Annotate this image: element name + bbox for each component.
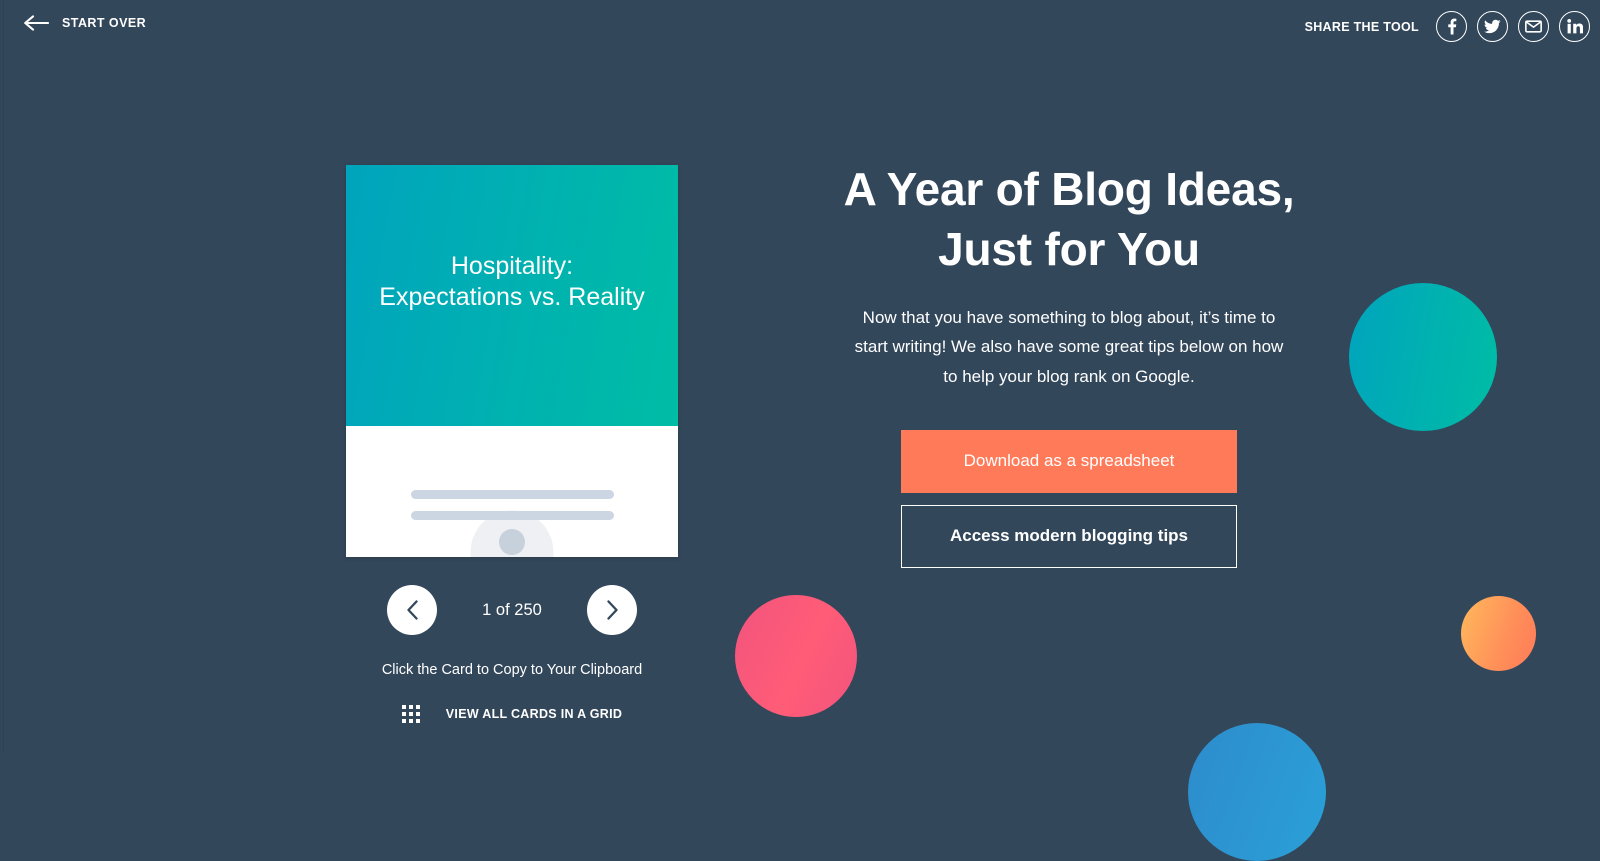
share-facebook-button[interactable] (1436, 11, 1467, 42)
card-navigation: 1 of 250 (346, 585, 678, 635)
share-email-button[interactable] (1518, 11, 1549, 42)
share-twitter-button[interactable] (1477, 11, 1508, 42)
decorative-circle-teal (1349, 283, 1497, 431)
previous-card-button[interactable] (387, 585, 437, 635)
card-column: Hospitality: Expectations vs. Reality 1 … (346, 165, 678, 723)
download-spreadsheet-button[interactable]: Download as a spreadsheet (901, 429, 1237, 493)
card-placeholder-lines (346, 490, 678, 520)
card-header: Hospitality: Expectations vs. Reality (346, 165, 678, 426)
page-title: A Year of Blog Ideas, Just for You (790, 160, 1348, 280)
arrow-left-icon (24, 15, 50, 31)
twitter-icon (1484, 19, 1501, 34)
hero-subtitle: Now that you have something to blog abou… (854, 307, 1284, 387)
decorative-circle-blue (1188, 723, 1326, 861)
chevron-left-icon (406, 600, 419, 620)
hero-section: A Year of Blog Ideas, Just for You Now t… (790, 160, 1348, 568)
left-edge-rule (3, 0, 4, 752)
cta-group: Download as a spreadsheet Access modern … (790, 429, 1348, 568)
decorative-circle-pink (735, 595, 857, 717)
card-counter: 1 of 250 (482, 600, 542, 619)
email-icon (1525, 20, 1542, 33)
share-bar: SHARE THE TOOL (1305, 11, 1590, 42)
linkedin-icon (1566, 19, 1583, 34)
copy-hint-text: Click the Card to Copy to Your Clipboard (381, 662, 643, 678)
top-bar: START OVER SHARE THE TOOL (0, 0, 1600, 54)
card-title: Hospitality: Expectations vs. Reality (379, 251, 644, 312)
hero-title-line-2: Just for You (938, 222, 1200, 275)
card-placeholder-line (410, 490, 614, 499)
start-over-button[interactable]: START OVER (24, 15, 146, 31)
facebook-icon (1443, 18, 1460, 35)
hero-title-line-1: A Year of Blog Ideas, (843, 163, 1295, 215)
grid-dots-icon (401, 705, 420, 723)
decorative-circle-orange (1461, 596, 1536, 671)
next-card-button[interactable] (587, 585, 637, 635)
card-placeholder-line (410, 511, 614, 520)
start-over-label: START OVER (62, 16, 147, 30)
share-label: SHARE THE TOOL (1304, 19, 1419, 34)
view-all-cards-button[interactable]: VIEW ALL CARDS IN A GRID (346, 705, 678, 723)
view-all-cards-label: VIEW ALL CARDS IN A GRID (445, 707, 623, 721)
idea-card[interactable]: Hospitality: Expectations vs. Reality (346, 165, 678, 557)
blogging-tips-button[interactable]: Access modern blogging tips (901, 504, 1237, 568)
chevron-right-icon (606, 600, 619, 620)
share-linkedin-button[interactable] (1559, 11, 1590, 42)
card-title-line-2: Expectations vs. Reality (379, 282, 645, 311)
card-title-line-1: Hospitality: (450, 252, 574, 281)
